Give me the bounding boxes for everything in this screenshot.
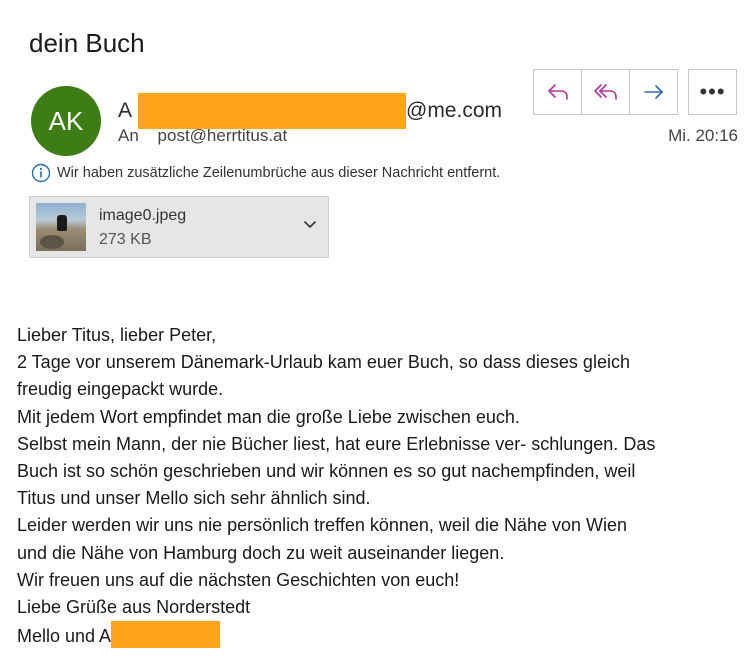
recipient-line: An post@herrtitus.at: [118, 126, 287, 146]
info-icon: [31, 163, 51, 183]
body-line: und die Nähe von Hamburg doch zu weit au…: [17, 542, 505, 563]
info-notice-text: Wir haben zusätzliche Zeilenumbrüche aus…: [57, 165, 501, 181]
signature-line: Mello und A: [17, 621, 742, 650]
body-line: freudig eingepackt wurde.: [17, 379, 224, 400]
received-time: Mi. 20:16: [668, 126, 738, 145]
forward-icon: [643, 85, 663, 99]
attachment-size: 273 KB: [99, 231, 152, 248]
body-line: Lieber Titus, lieber Peter,: [17, 325, 217, 345]
forward-button[interactable]: [630, 70, 677, 114]
attachment-card[interactable]: image0.jpeg 273 KB: [29, 196, 329, 258]
body-line: Liebe Grüße aus Norderstedt: [17, 597, 251, 618]
attachment-name: image0.jpeg: [99, 207, 187, 224]
chevron-down-icon[interactable]: [302, 219, 318, 231]
recipient-label: An: [118, 126, 139, 145]
sender-line[interactable]: A @me.com: [118, 93, 502, 129]
attachment-thumbnail: [36, 203, 86, 251]
recipient-address[interactable]: post@herrtitus.at: [158, 126, 288, 145]
body-line: Selbst mein Mann, der nie Bücher liest, …: [17, 433, 656, 454]
message-actions: [533, 69, 678, 115]
body-line: Leider werden wir uns nie persönlich tre…: [17, 515, 628, 536]
body-line: Buch ist so schön geschrieben und wir kö…: [17, 461, 636, 482]
body-line: 2 Tage vor unserem Dänemark-Urlaub kam e…: [17, 352, 630, 373]
message-body: Lieber Titus, lieber Peter, 2 Tage vor u…: [17, 322, 742, 650]
body-line: Titus und unser Mello sich sehr ähnlich …: [17, 488, 371, 509]
email-subject: dein Buch: [29, 28, 145, 58]
reply-all-button[interactable]: [582, 70, 630, 114]
body-line: Mit jedem Wort empfindet man die große L…: [17, 406, 520, 427]
reply-icon: [547, 84, 568, 100]
avatar-initials: AK: [48, 105, 84, 136]
signature-text: Mello und A: [17, 626, 112, 647]
reply-button[interactable]: [534, 70, 582, 114]
sender-avatar[interactable]: AK: [31, 86, 101, 156]
sender-name-prefix: A: [118, 99, 133, 122]
more-icon: •••: [699, 79, 726, 104]
signature-redaction: [111, 621, 221, 649]
more-actions-button[interactable]: •••: [688, 69, 737, 115]
info-notice: Wir haben zusätzliche Zeilenumbrüche aus…: [31, 163, 500, 183]
sender-redaction: [138, 93, 406, 129]
body-line: Wir freuen uns auf die nächsten Geschich…: [17, 569, 460, 590]
reply-all-icon: [593, 84, 617, 100]
sender-email-domain: @me.com: [406, 99, 502, 122]
